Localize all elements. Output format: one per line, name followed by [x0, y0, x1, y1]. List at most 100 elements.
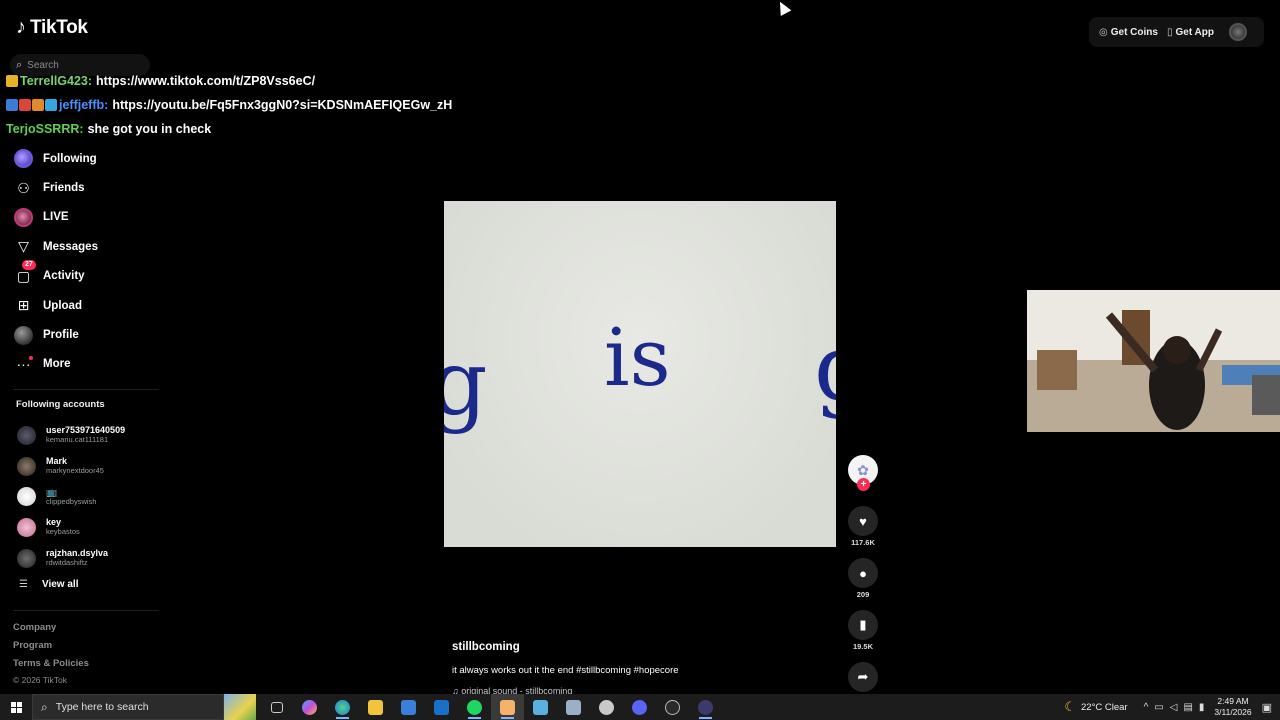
- network-icon[interactable]: ▤: [1183, 702, 1192, 713]
- clock-date: 3/11/2026: [1214, 707, 1252, 717]
- header-actions: ◎ Get Coins ▯ Get App: [1089, 17, 1264, 47]
- chat-message: jeffjeffb : https://youtu.be/Fq5Fnx3ggN0…: [6, 93, 452, 117]
- weather-widget[interactable]: ☾ 22°C Clear: [1064, 699, 1127, 715]
- list-item[interactable]: 📺 clippedbyswish: [17, 481, 167, 512]
- taskbar-search-input[interactable]: [55, 701, 176, 713]
- footer-link-program[interactable]: Program: [13, 640, 89, 658]
- account-names: Mark markynextdoor45: [46, 456, 104, 476]
- chat-message: TerrellG423 : https://www.tiktok.com/t/Z…: [6, 69, 452, 93]
- notepad-app[interactable]: [491, 694, 524, 720]
- sidebar-nav: Following ⚇ Friends LIVE ▽ Messages ▢ 27 …: [13, 144, 163, 379]
- app-icon: [533, 699, 548, 715]
- search-highlight-art: [224, 694, 256, 720]
- file-explorer-app[interactable]: [359, 694, 392, 720]
- mouse-cursor: [774, 0, 792, 17]
- gift-badge-icon: [32, 99, 44, 112]
- sidebar-item-messages[interactable]: ▽ Messages: [13, 232, 163, 261]
- sidebar-item-upload[interactable]: ⊞ Upload: [13, 291, 163, 320]
- microphone-icon[interactable]: ▮: [1199, 702, 1205, 713]
- chat-username: jeffjeffb: [59, 98, 105, 113]
- sidebar-item-following[interactable]: Following: [13, 144, 163, 173]
- clock[interactable]: 2:49 AM 3/11/2026: [1214, 696, 1251, 718]
- user-avatar[interactable]: [1229, 23, 1247, 41]
- like-button[interactable]: ♥: [848, 506, 878, 536]
- account-handle: markynextdoor45: [46, 466, 104, 476]
- notifications-icon[interactable]: ▣: [1262, 701, 1272, 714]
- more-icon: ···: [13, 354, 34, 375]
- video-player[interactable]: g is g: [444, 201, 836, 547]
- caption-username[interactable]: stillbcoming: [452, 641, 520, 653]
- follow-plus-icon[interactable]: +: [857, 478, 870, 491]
- sidebar-item-live[interactable]: LIVE: [13, 203, 163, 232]
- messages-icon: ▽: [18, 238, 29, 255]
- comment-icon: ●: [859, 565, 867, 581]
- copilot-icon: [302, 699, 317, 715]
- moon-icon: ☾: [1064, 699, 1076, 714]
- sidebar-item-label: More: [43, 358, 71, 371]
- windows-taskbar: ⌕ ☾ 22°C Clear ^ ▭ ◁ ▤ ▮ 2:49 AM 3/11/20…: [0, 694, 1280, 720]
- sidebar-item-activity[interactable]: ▢ 27 Activity: [13, 259, 163, 291]
- view-all-button[interactable]: ☰ View all: [19, 579, 78, 590]
- task-view-button[interactable]: [260, 694, 293, 720]
- obs-app[interactable]: [656, 694, 689, 720]
- bookmark-count: 19.5K: [852, 642, 873, 651]
- share-button[interactable]: ➦: [848, 662, 878, 692]
- footer-link-company[interactable]: Company: [13, 622, 89, 640]
- footer-link-terms[interactable]: Terms & Policies: [13, 658, 89, 676]
- heart-icon: ♥: [859, 513, 867, 529]
- store-app[interactable]: [392, 694, 425, 720]
- webcam-scene: [1027, 290, 1280, 432]
- volume-icon[interactable]: ◁: [1170, 702, 1178, 713]
- upload-icon: ⊞: [17, 297, 30, 314]
- obs-icon: [665, 699, 680, 715]
- copilot-app[interactable]: [293, 694, 326, 720]
- task-view-icon: [270, 701, 283, 713]
- app-11[interactable]: [590, 694, 623, 720]
- sidebar-item-friends[interactable]: ⚇ Friends: [13, 173, 163, 202]
- prime-badge-icon: [6, 99, 18, 112]
- chat-text: she got you in check: [87, 122, 212, 137]
- battery-icon[interactable]: ▭: [1154, 702, 1163, 713]
- handwritten-word: is: [604, 311, 671, 404]
- account-handle: kemariu.cat111181: [46, 435, 109, 445]
- app-10[interactable]: [557, 694, 590, 720]
- bookmark-button[interactable]: ▮: [848, 610, 878, 640]
- outlook-icon: [434, 699, 449, 715]
- outlook-app[interactable]: [425, 694, 458, 720]
- creator-avatar[interactable]: ✿ +: [848, 455, 878, 491]
- windows-logo-icon: [10, 701, 22, 713]
- footer-links: Company Program Terms & Policies: [13, 622, 89, 676]
- taskbar-apps: [260, 694, 722, 720]
- tiktok-logo[interactable]: ♪ TikTok: [16, 16, 88, 39]
- app-14[interactable]: [689, 694, 722, 720]
- account-handle: keybastos: [46, 527, 80, 537]
- list-item[interactable]: user753971640509 kemariu.cat111181: [17, 420, 167, 451]
- notepad-icon: [500, 699, 515, 715]
- account-name: key: [46, 517, 62, 528]
- sidebar-item-label: Messages: [43, 240, 98, 253]
- sidebar-item-label: LIVE: [43, 211, 69, 224]
- chat-separator: :: [87, 74, 93, 89]
- sidebar-item-more[interactable]: ··· More: [13, 350, 163, 379]
- taskbar-search[interactable]: ⌕: [32, 694, 224, 720]
- chat-text: https://youtu.be/Fq5Fnx3ggN0?si=KDSNmAEF…: [112, 98, 453, 113]
- comment-button[interactable]: ●: [848, 558, 878, 588]
- search-icon: ⌕: [41, 699, 48, 714]
- get-coins-button[interactable]: ◎ Get Coins: [1099, 27, 1158, 38]
- start-button[interactable]: [0, 694, 32, 720]
- coin-icon: ◎: [1099, 26, 1108, 38]
- app-9[interactable]: [524, 694, 557, 720]
- get-app-label: Get App: [1175, 26, 1214, 38]
- list-item[interactable]: key keybastos: [17, 512, 167, 543]
- edge-app[interactable]: [326, 694, 359, 720]
- chevron-up-icon[interactable]: ^: [1144, 702, 1149, 713]
- bookmark-icon: ▮: [859, 617, 867, 632]
- discord-app[interactable]: [623, 694, 656, 720]
- account-name: 📺: [46, 486, 58, 497]
- get-app-button[interactable]: ▯ Get App: [1167, 27, 1214, 38]
- spotify-app[interactable]: [458, 694, 491, 720]
- list-item[interactable]: rajzhan.dsylva rdwitdashiftz: [17, 543, 167, 574]
- list-item[interactable]: Mark markynextdoor45: [17, 451, 167, 482]
- following-icon: [13, 148, 34, 169]
- sidebar-item-profile[interactable]: Profile: [13, 320, 163, 349]
